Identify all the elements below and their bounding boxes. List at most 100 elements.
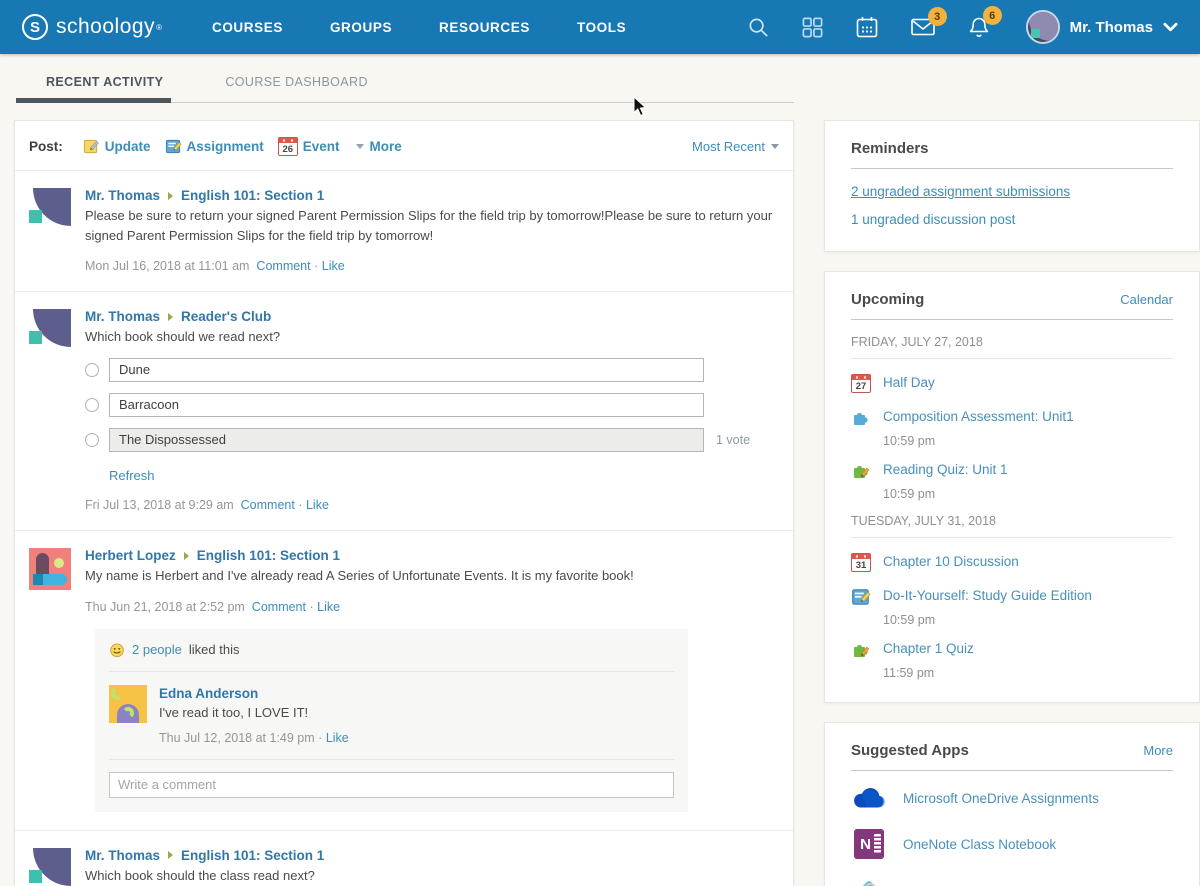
- comment-link[interactable]: Comment: [241, 498, 295, 512]
- liked-by-suffix: liked this: [189, 642, 240, 657]
- like-link[interactable]: Like: [322, 259, 345, 273]
- sort-caret-icon: [771, 144, 779, 149]
- poll-radio[interactable]: [85, 433, 99, 447]
- apps-more-link[interactable]: More: [1143, 743, 1173, 758]
- schoology-logo[interactable]: S schoology ®: [22, 14, 162, 40]
- event-link[interactable]: Chapter 10 Discussion: [883, 553, 1019, 572]
- comment-timestamp: Thu Jul 12, 2018 at 1:49 pm: [159, 731, 315, 745]
- app-link[interactable]: OneNote Class Notebook: [903, 837, 1056, 852]
- post-meta: Mon Jul 16, 2018 at 11:01 am Comment · L…: [85, 259, 779, 273]
- post-author-link[interactable]: Mr. Thomas: [85, 188, 160, 203]
- quiz-icon: [851, 640, 871, 660]
- post-timestamp: Thu Jun 21, 2018 at 2:52 pm: [85, 600, 245, 614]
- navbar-utilities: 3 6 Mr. Thomas: [747, 10, 1178, 44]
- write-comment-input[interactable]: [109, 772, 674, 798]
- audience-caret-icon: [184, 552, 189, 560]
- upcoming-date-header: TUESDAY, JULY 31, 2018: [851, 514, 1173, 528]
- comment-like-link[interactable]: Like: [326, 731, 349, 745]
- reminders-title: Reminders: [851, 140, 929, 157]
- like-link[interactable]: Like: [317, 600, 340, 614]
- primary-nav: COURSES GROUPS RESOURCES TOOLS: [212, 20, 626, 35]
- account-chevron-down-icon: [1163, 21, 1178, 33]
- upcoming-event: 27 Half Day: [851, 374, 1173, 393]
- event-time: 10:59 pm: [883, 613, 1173, 627]
- event-link[interactable]: Half Day: [883, 374, 935, 393]
- comment-link[interactable]: Comment: [252, 600, 306, 614]
- registered-mark: ®: [156, 23, 162, 32]
- messages-badge: 3: [928, 7, 947, 26]
- app-row: LockDown Browser: [851, 878, 1173, 886]
- upcoming-card: Upcoming Calendar FRIDAY, JULY 27, 2018 …: [824, 271, 1200, 703]
- tab-recent-activity[interactable]: RECENT ACTIVITY: [46, 75, 163, 89]
- post-label: Post:: [29, 139, 63, 154]
- poll-radio[interactable]: [85, 363, 99, 377]
- update-note-icon: [83, 138, 100, 155]
- tab-course-dashboard[interactable]: COURSE DASHBOARD: [225, 75, 368, 89]
- post-body: Which book should the class read next?: [85, 866, 779, 886]
- messages-icon[interactable]: 3: [910, 16, 936, 38]
- author-avatar[interactable]: [29, 848, 71, 886]
- post-update-button[interactable]: Update: [83, 138, 151, 155]
- nav-groups[interactable]: GROUPS: [330, 20, 392, 35]
- mouse-cursor: [633, 96, 647, 117]
- event-link[interactable]: Do-It-Yourself: Study Guide Edition: [883, 587, 1092, 606]
- divider: [851, 319, 1173, 320]
- nav-tools[interactable]: TOOLS: [577, 20, 626, 35]
- post-author-link[interactable]: Herbert Lopez: [85, 548, 176, 563]
- calendar-link[interactable]: Calendar: [1120, 292, 1173, 307]
- notifications-bell-icon[interactable]: 6: [967, 15, 991, 39]
- notifications-badge: 6: [983, 6, 1002, 25]
- upcoming-event: 31 Chapter 10 Discussion: [851, 553, 1173, 572]
- poll: Dune Barracoon The Dispossessed 1 vote: [85, 358, 779, 485]
- app-row: N OneNote Class Notebook: [851, 829, 1173, 859]
- post-event-button[interactable]: 26 Event: [278, 137, 340, 156]
- commenter-name-link[interactable]: Edna Anderson: [159, 686, 258, 701]
- like-link[interactable]: Like: [306, 498, 329, 512]
- poll-radio[interactable]: [85, 398, 99, 412]
- post-body: My name is Herbert and I've already read…: [85, 566, 779, 586]
- poll-option-box[interactable]: The Dispossessed: [109, 428, 704, 452]
- liked-by-link[interactable]: 2 people: [132, 642, 182, 657]
- lockdown-browser-icon: [851, 878, 887, 886]
- event-time: 10:59 pm: [883, 487, 1173, 501]
- commenter-avatar[interactable]: [109, 685, 147, 723]
- author-avatar[interactable]: [29, 309, 71, 351]
- post-author-link[interactable]: Mr. Thomas: [85, 309, 160, 324]
- reminder-ungraded-discussion-link[interactable]: 1 ungraded discussion post: [851, 212, 1173, 227]
- post-audience-link[interactable]: Reader's Club: [181, 309, 271, 324]
- post-audience-link[interactable]: English 101: Section 1: [181, 848, 324, 863]
- account-menu[interactable]: Mr. Thomas: [1026, 10, 1178, 44]
- poll-refresh-link[interactable]: Refresh: [109, 468, 155, 483]
- suggested-apps-title: Suggested Apps: [851, 742, 969, 759]
- app-grid-icon[interactable]: [801, 16, 824, 39]
- right-sidebar: Reminders 2 ungraded assignment submissi…: [824, 120, 1200, 886]
- feed-post: Mr. Thomas English 101: Section 1 Which …: [15, 830, 793, 886]
- post-timestamp: Mon Jul 16, 2018 at 11:01 am: [85, 259, 249, 273]
- post-assignment-button[interactable]: Assignment: [165, 138, 264, 155]
- feed-sort-dropdown[interactable]: Most Recent: [692, 139, 779, 154]
- post-author-link[interactable]: Mr. Thomas: [85, 848, 160, 863]
- search-icon[interactable]: [747, 16, 770, 39]
- nav-courses[interactable]: COURSES: [212, 20, 283, 35]
- event-link[interactable]: Reading Quiz: Unit 1: [883, 461, 1008, 480]
- reminder-ungraded-assignments-link[interactable]: 2 ungraded assignment submissions: [851, 184, 1173, 199]
- event-link[interactable]: Chapter 1 Quiz: [883, 640, 974, 659]
- schoology-s-icon: S: [22, 14, 48, 40]
- poll-option-box[interactable]: Barracoon: [109, 393, 704, 417]
- event-calendar-icon: 26: [278, 137, 298, 156]
- nav-resources[interactable]: RESOURCES: [439, 20, 530, 35]
- author-avatar[interactable]: [29, 188, 71, 230]
- post-audience-link[interactable]: English 101: Section 1: [197, 548, 340, 563]
- comment-body: I've read it too, I LOVE IT!: [159, 705, 349, 720]
- author-avatar[interactable]: [29, 548, 71, 590]
- poll-option: Barracoon: [85, 393, 779, 417]
- calendar-icon[interactable]: [855, 15, 879, 39]
- comment-link[interactable]: Comment: [256, 259, 310, 273]
- app-link[interactable]: Microsoft OneDrive Assignments: [903, 791, 1099, 806]
- poll-option-box[interactable]: Dune: [109, 358, 704, 382]
- post-more-button[interactable]: More: [370, 139, 402, 154]
- event-link[interactable]: Composition Assessment: Unit1: [883, 408, 1074, 427]
- post-audience-link[interactable]: English 101: Section 1: [181, 188, 324, 203]
- audience-caret-icon: [168, 313, 173, 321]
- tab-underline: [16, 102, 794, 103]
